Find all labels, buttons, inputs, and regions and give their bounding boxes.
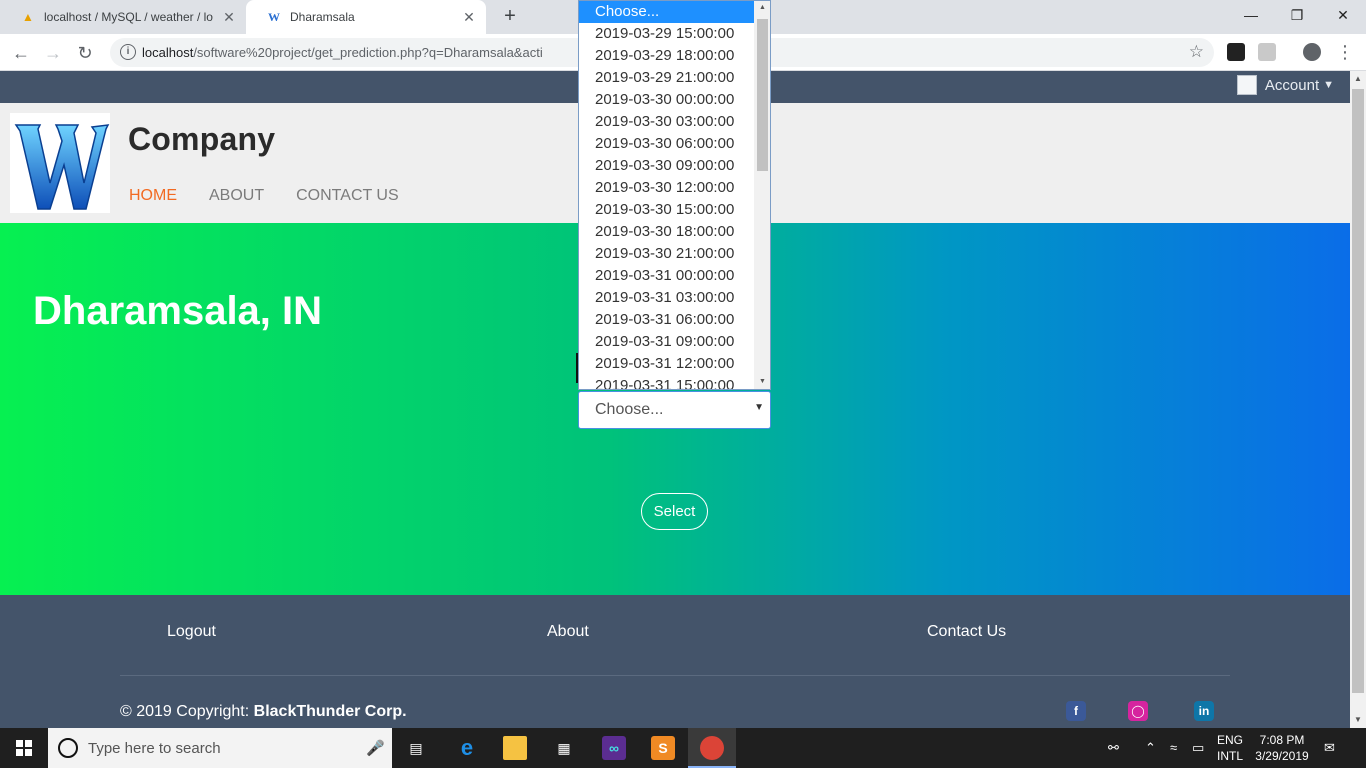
main-nav: HOME ABOUT CONTACT US <box>129 187 399 205</box>
forward-icon[interactable]: → <box>40 40 66 66</box>
windows-taskbar: Type here to search 🎤 ▤ e ▦ ∞ S ⚯ ⌃ ≈ ▭ … <box>0 728 1366 768</box>
wifi-icon[interactable]: ≈ <box>1170 740 1177 755</box>
battery-icon[interactable]: ▭ <box>1192 740 1204 756</box>
caret-down-icon: ▼ <box>1323 79 1334 91</box>
scroll-up-icon[interactable]: ▲ <box>754 1 770 15</box>
cortana-icon <box>58 738 78 758</box>
chrome-icon[interactable] <box>700 736 724 760</box>
dropdown-scroll-thumb[interactable] <box>757 19 768 171</box>
dropdown-option[interactable]: Choose... <box>579 1 754 23</box>
notifications-icon[interactable]: ✉ <box>1324 740 1335 756</box>
arduino-icon[interactable]: ∞ <box>602 736 626 760</box>
restore-icon[interactable]: ❐ <box>1274 0 1320 30</box>
windows-logo-icon <box>16 740 32 756</box>
window-close-icon[interactable]: ✕ <box>1320 0 1366 30</box>
footer-contact-link[interactable]: Contact Us <box>927 623 1006 641</box>
browser-tab-dharamsala[interactable]: W Dharamsala ✕ <box>246 0 486 34</box>
scroll-thumb[interactable] <box>1352 89 1364 693</box>
browser-tab-phpmyadmin[interactable]: ▲ localhost / MySQL / weather / lo ✕ <box>0 0 246 34</box>
dropdown-option[interactable]: 2019-03-29 18:00:00 <box>579 45 754 67</box>
profile-icon[interactable] <box>1303 43 1321 61</box>
taskbar-search[interactable]: Type here to search 🎤 <box>48 728 392 768</box>
footer-logout-link[interactable]: Logout <box>167 623 216 641</box>
footer-about-link[interactable]: About <box>547 623 589 641</box>
dropdown-option[interactable]: 2019-03-30 09:00:00 <box>579 155 754 177</box>
tab-title: Dharamsala <box>290 10 355 24</box>
logo[interactable] <box>10 113 110 213</box>
phpmyadmin-icon: ▲ <box>22 10 34 24</box>
people-icon[interactable]: ⚯ <box>1108 740 1119 756</box>
nav-about[interactable]: ABOUT <box>209 187 264 205</box>
dropdown-option[interactable]: 2019-03-30 03:00:00 <box>579 111 754 133</box>
chevron-up-icon[interactable]: ⌃ <box>1145 740 1156 756</box>
nav-contact[interactable]: CONTACT US <box>296 187 399 205</box>
dropdown-option[interactable]: 2019-03-31 00:00:00 <box>579 265 754 287</box>
dropdown-option[interactable]: 2019-03-31 12:00:00 <box>579 353 754 375</box>
nav-home[interactable]: HOME <box>129 187 177 205</box>
account-label: Account <box>1264 76 1320 94</box>
dropdown-option[interactable]: 2019-03-30 12:00:00 <box>579 177 754 199</box>
datetime-select[interactable]: Choose... ▼ <box>578 391 771 429</box>
footer-divider <box>120 675 1230 676</box>
language-indicator[interactable]: ENG INTL <box>1212 732 1248 764</box>
account-menu[interactable]: Account ▼ <box>1236 75 1334 95</box>
page-scrollbar[interactable]: ▲ ▼ <box>1350 71 1366 728</box>
dropdown-option[interactable]: 2019-03-30 06:00:00 <box>579 133 754 155</box>
close-icon[interactable]: ✕ <box>218 9 240 26</box>
dropdown-option[interactable]: 2019-03-30 18:00:00 <box>579 221 754 243</box>
dropdown-option[interactable]: 2019-03-30 00:00:00 <box>579 89 754 111</box>
brand-title: Company <box>128 121 276 157</box>
dropdown-option[interactable]: 2019-03-30 21:00:00 <box>579 243 754 265</box>
new-tab-icon[interactable]: + <box>498 4 522 28</box>
w-icon: W <box>268 9 280 24</box>
scroll-down-icon[interactable]: ▼ <box>754 375 770 389</box>
info-icon[interactable]: i <box>120 44 136 60</box>
bookmark-star-icon[interactable]: ☆ <box>1189 42 1204 62</box>
facebook-icon[interactable]: f <box>1066 701 1086 721</box>
system-clock[interactable]: 7:08 PM 3/29/2019 <box>1250 732 1314 764</box>
avatar <box>1236 75 1257 95</box>
dropdown-option[interactable]: 2019-03-31 03:00:00 <box>579 287 754 309</box>
dropdown-scrollbar[interactable]: ▲ ▼ <box>754 1 770 389</box>
task-view-icon[interactable]: ▤ <box>404 736 428 760</box>
sublime-text-icon[interactable]: S <box>651 736 675 760</box>
site-footer: Logout About Contact Us © 2019 Copyright… <box>0 595 1350 728</box>
copyright-brand: BlackThunder Corp. <box>253 703 407 720</box>
scroll-up-icon[interactable]: ▲ <box>1350 71 1366 87</box>
dropdown-option[interactable]: 2019-03-31 06:00:00 <box>579 309 754 331</box>
start-button[interactable] <box>0 728 48 768</box>
select-arrow-icon: ▼ <box>754 402 764 413</box>
dropdown-option[interactable]: 2019-03-29 21:00:00 <box>579 67 754 89</box>
datetime-dropdown-list[interactable]: Choose... 2019-03-29 15:00:00 2019-03-29 1… <box>578 0 771 390</box>
dropdown-option[interactable]: 2019-03-29 15:00:00 <box>579 23 754 45</box>
minimize-icon[interactable]: — <box>1228 0 1274 30</box>
menu-dots-icon[interactable]: ⋮ <box>1332 39 1358 65</box>
instagram-icon[interactable]: ◯ <box>1128 701 1148 721</box>
reload-icon[interactable]: ↻ <box>72 40 98 66</box>
search-placeholder: Type here to search <box>88 740 221 757</box>
tab-title: localhost / MySQL / weather / lo <box>44 10 213 24</box>
microphone-icon[interactable]: 🎤 <box>366 739 385 757</box>
city-heading: Dharamsala, IN <box>33 289 323 333</box>
dropdown-options: Choose... 2019-03-29 15:00:00 2019-03-29 1… <box>579 1 754 389</box>
dropdown-option[interactable]: 2019-03-31 15:00:00 <box>579 375 754 389</box>
store-icon[interactable]: ▦ <box>552 736 576 760</box>
extension-shield-icon[interactable] <box>1227 43 1245 61</box>
select-button[interactable]: Select <box>641 493 708 530</box>
pdf-extension-icon[interactable] <box>1258 43 1276 61</box>
copyright: © 2019 Copyright: BlackThunder Corp. <box>120 703 407 720</box>
edge-icon[interactable]: e <box>455 735 479 760</box>
dropdown-option[interactable]: 2019-03-30 15:00:00 <box>579 199 754 221</box>
file-explorer-icon[interactable] <box>503 736 527 760</box>
linkedin-icon[interactable]: in <box>1194 701 1214 721</box>
dropdown-option[interactable]: 2019-03-31 09:00:00 <box>579 331 754 353</box>
close-icon[interactable]: ✕ <box>458 9 480 26</box>
back-icon[interactable]: ← <box>8 40 34 66</box>
url-text: localhost/software%20project/get_predict… <box>142 45 543 60</box>
scroll-down-icon[interactable]: ▼ <box>1350 712 1366 728</box>
select-value: Choose... <box>595 401 664 418</box>
